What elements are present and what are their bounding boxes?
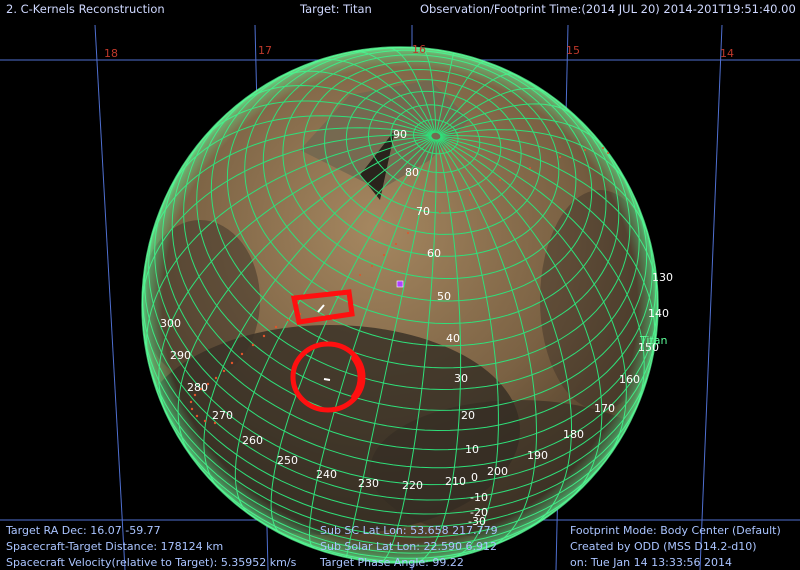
window-title: 2. C-Kernels Reconstruction bbox=[6, 2, 165, 16]
longitude-label: 280 bbox=[187, 381, 208, 394]
ra-hour-label: 14 bbox=[720, 47, 734, 60]
longitude-label: 250 bbox=[277, 454, 298, 467]
sub-sc-lat-lon: Sub SC Lat Lon: 53.658 217.779 bbox=[320, 524, 498, 537]
longitude-label: 260 bbox=[242, 434, 263, 447]
longitude-label: 160 bbox=[619, 373, 640, 386]
sub-solar-lat-lon: Sub Solar Lat Lon: 22.590 6.912 bbox=[320, 540, 497, 553]
longitude-label: 240 bbox=[316, 468, 337, 481]
latitude-label: 70 bbox=[416, 205, 430, 218]
latitude-label: 20 bbox=[461, 409, 475, 422]
latitude-label: 90 bbox=[393, 128, 407, 141]
longitude-label: 300 bbox=[160, 317, 181, 330]
sky-view bbox=[0, 24, 800, 570]
target-ra-dec: Target RA Dec: 16.07 -59.77 bbox=[6, 524, 161, 537]
longitude-label: 290 bbox=[170, 349, 191, 362]
longitude-label: 220 bbox=[402, 479, 423, 492]
latitude-label: 10 bbox=[465, 443, 479, 456]
longitude-label: 190 bbox=[527, 449, 548, 462]
longitude-label: 210 bbox=[445, 475, 466, 488]
longitude-label: 230 bbox=[358, 477, 379, 490]
observation-time: Observation/Footprint Time:(2014 JUL 20)… bbox=[420, 2, 796, 16]
target-label: Target: Titan bbox=[300, 2, 372, 16]
footprint-mode: Footprint Mode: Body Center (Default) bbox=[570, 524, 781, 537]
latitude-label: 80 bbox=[405, 166, 419, 179]
ra-hour-label: 15 bbox=[566, 44, 580, 57]
latitude-label: 0 bbox=[471, 471, 478, 484]
longitude-label: 180 bbox=[563, 428, 584, 441]
latitude-label: 60 bbox=[427, 247, 441, 260]
latitude-label: 30 bbox=[454, 372, 468, 385]
spacecraft-velocity: Spacecraft Velocity(relative to Target):… bbox=[6, 556, 297, 569]
sub-spacecraft-marker[interactable] bbox=[396, 280, 404, 288]
created-on: on: Tue Jan 14 13:33:56 2014 bbox=[570, 556, 733, 569]
created-by: Created by ODD (MSS D14.2-d10) bbox=[570, 540, 757, 553]
target-phase-angle: Target Phase Angle: 99.22 bbox=[320, 556, 464, 569]
ra-hour-label: 16 bbox=[412, 43, 426, 56]
longitude-label: 170 bbox=[594, 402, 615, 415]
latitude-label: -10 bbox=[470, 491, 488, 504]
latitude-label: 40 bbox=[446, 332, 460, 345]
longitude-label: 270 bbox=[212, 409, 233, 422]
longitude-label: 130 bbox=[652, 271, 673, 284]
ra-hour-label: 18 bbox=[104, 47, 118, 60]
longitude-label: 200 bbox=[487, 465, 508, 478]
latitude-label: 50 bbox=[437, 290, 451, 303]
longitude-label: 140 bbox=[648, 307, 669, 320]
ra-hour-label: 17 bbox=[258, 44, 272, 57]
spacecraft-target-distance: Spacecraft-Target Distance: 178124 km bbox=[6, 540, 224, 553]
body-label: Titan bbox=[640, 334, 668, 347]
